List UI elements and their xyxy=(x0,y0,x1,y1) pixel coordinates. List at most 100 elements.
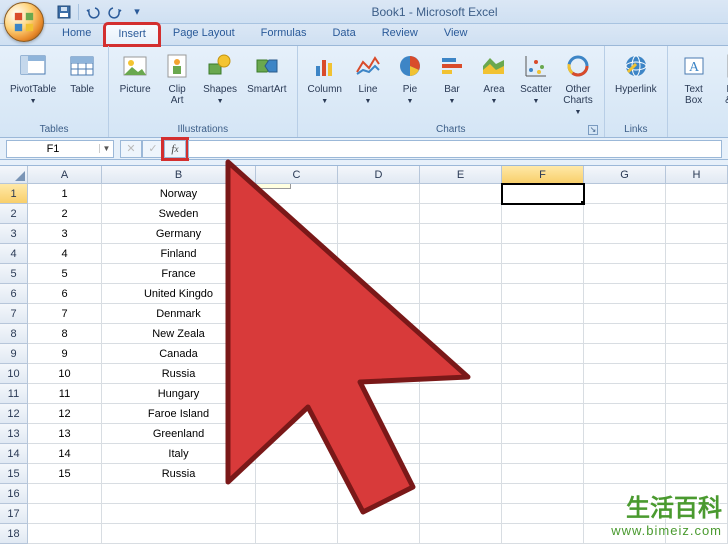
cell[interactable]: Canada xyxy=(102,344,256,364)
column-header-B[interactable]: B xyxy=(102,166,256,184)
cell[interactable] xyxy=(256,304,338,324)
hyperlink-button[interactable]: Hyperlink xyxy=(611,48,661,97)
cell[interactable] xyxy=(420,404,502,424)
cell[interactable]: Italy xyxy=(102,444,256,464)
cell[interactable] xyxy=(420,524,502,544)
cell[interactable] xyxy=(256,404,338,424)
cell[interactable] xyxy=(584,184,666,204)
row-header[interactable]: 4 xyxy=(0,244,28,264)
cell[interactable] xyxy=(420,384,502,404)
cell[interactable] xyxy=(338,324,420,344)
cell[interactable]: 4 xyxy=(28,244,102,264)
cell[interactable] xyxy=(584,444,666,464)
cell[interactable] xyxy=(28,524,102,544)
cell[interactable] xyxy=(420,504,502,524)
cell[interactable] xyxy=(666,464,728,484)
cell[interactable] xyxy=(256,324,338,344)
cell[interactable]: 15 xyxy=(28,464,102,484)
cell[interactable]: Hungary xyxy=(102,384,256,404)
cell[interactable] xyxy=(28,504,102,524)
tab-view[interactable]: View xyxy=(432,24,480,45)
cell[interactable] xyxy=(256,364,338,384)
cell[interactable] xyxy=(666,404,728,424)
cell[interactable] xyxy=(666,444,728,464)
cell[interactable] xyxy=(102,504,256,524)
cell[interactable] xyxy=(256,524,338,544)
cell[interactable] xyxy=(502,404,584,424)
cell[interactable] xyxy=(338,224,420,244)
cell[interactable] xyxy=(338,264,420,284)
select-all-button[interactable] xyxy=(0,166,28,184)
row-header[interactable]: 1 xyxy=(0,184,28,204)
column-header-C[interactable]: C xyxy=(256,166,338,184)
undo-icon[interactable] xyxy=(85,4,101,20)
cell[interactable] xyxy=(338,504,420,524)
cell[interactable] xyxy=(502,244,584,264)
tab-page-layout[interactable]: Page Layout xyxy=(161,24,247,45)
cell[interactable] xyxy=(256,204,338,224)
cell[interactable] xyxy=(584,224,666,244)
shapes-button[interactable]: Shapes▼ xyxy=(199,48,241,109)
cell[interactable] xyxy=(666,184,728,204)
cell[interactable] xyxy=(420,464,502,484)
cell[interactable] xyxy=(256,504,338,524)
tab-home[interactable]: Home xyxy=(50,24,103,45)
formula-input[interactable] xyxy=(188,140,722,158)
row-header[interactable]: 14 xyxy=(0,444,28,464)
cell[interactable] xyxy=(502,284,584,304)
column-header-D[interactable]: D xyxy=(338,166,420,184)
cell[interactable]: Faroe Island xyxy=(102,404,256,424)
cell[interactable] xyxy=(666,324,728,344)
cell[interactable] xyxy=(502,484,584,504)
cell[interactable]: 6 xyxy=(28,284,102,304)
smartart-button[interactable]: SmartArt xyxy=(243,48,290,97)
cell[interactable] xyxy=(502,444,584,464)
cell[interactable] xyxy=(338,364,420,384)
cell[interactable] xyxy=(666,284,728,304)
cell[interactable] xyxy=(584,264,666,284)
clipart-button[interactable]: Clip Art xyxy=(157,48,197,108)
tab-insert[interactable]: Insert xyxy=(105,24,159,45)
cell[interactable] xyxy=(584,424,666,444)
cell[interactable] xyxy=(502,264,584,284)
cell[interactable] xyxy=(420,224,502,244)
row-header[interactable]: 17 xyxy=(0,504,28,524)
cell[interactable] xyxy=(666,304,728,324)
cell[interactable] xyxy=(28,484,102,504)
cell[interactable] xyxy=(666,244,728,264)
cell[interactable] xyxy=(666,424,728,444)
cell[interactable] xyxy=(502,384,584,404)
row-header[interactable]: 10 xyxy=(0,364,28,384)
cell[interactable] xyxy=(420,184,502,204)
cell[interactable] xyxy=(420,444,502,464)
cell[interactable] xyxy=(584,324,666,344)
cell[interactable]: 12 xyxy=(28,404,102,424)
cell[interactable] xyxy=(584,384,666,404)
cell[interactable] xyxy=(338,464,420,484)
cell[interactable]: Sweden xyxy=(102,204,256,224)
cell[interactable]: 14 xyxy=(28,444,102,464)
pie-chart-button[interactable]: Pie▼ xyxy=(390,48,430,109)
line-chart-button[interactable]: Line▼ xyxy=(348,48,388,109)
cell[interactable]: 1 xyxy=(28,184,102,204)
cell[interactable]: Greenland xyxy=(102,424,256,444)
column-header-A[interactable]: A xyxy=(28,166,102,184)
cell[interactable]: 3 xyxy=(28,224,102,244)
cell[interactable]: New Zeala xyxy=(102,324,256,344)
picture-button[interactable]: Picture xyxy=(115,48,155,97)
scatter-chart-button[interactable]: Scatter▼ xyxy=(516,48,556,109)
cell[interactable] xyxy=(256,444,338,464)
save-icon[interactable] xyxy=(56,4,72,20)
cell[interactable] xyxy=(256,464,338,484)
cell[interactable]: Norway xyxy=(102,184,256,204)
cell[interactable] xyxy=(584,284,666,304)
row-header[interactable]: 5 xyxy=(0,264,28,284)
column-header-H[interactable]: H xyxy=(666,166,728,184)
cell[interactable]: 10 xyxy=(28,364,102,384)
cell[interactable]: 2 xyxy=(28,204,102,224)
cell[interactable]: France xyxy=(102,264,256,284)
cell[interactable]: Russia xyxy=(102,364,256,384)
cell[interactable]: Finland xyxy=(102,244,256,264)
cell[interactable] xyxy=(502,524,584,544)
cell[interactable] xyxy=(584,244,666,264)
